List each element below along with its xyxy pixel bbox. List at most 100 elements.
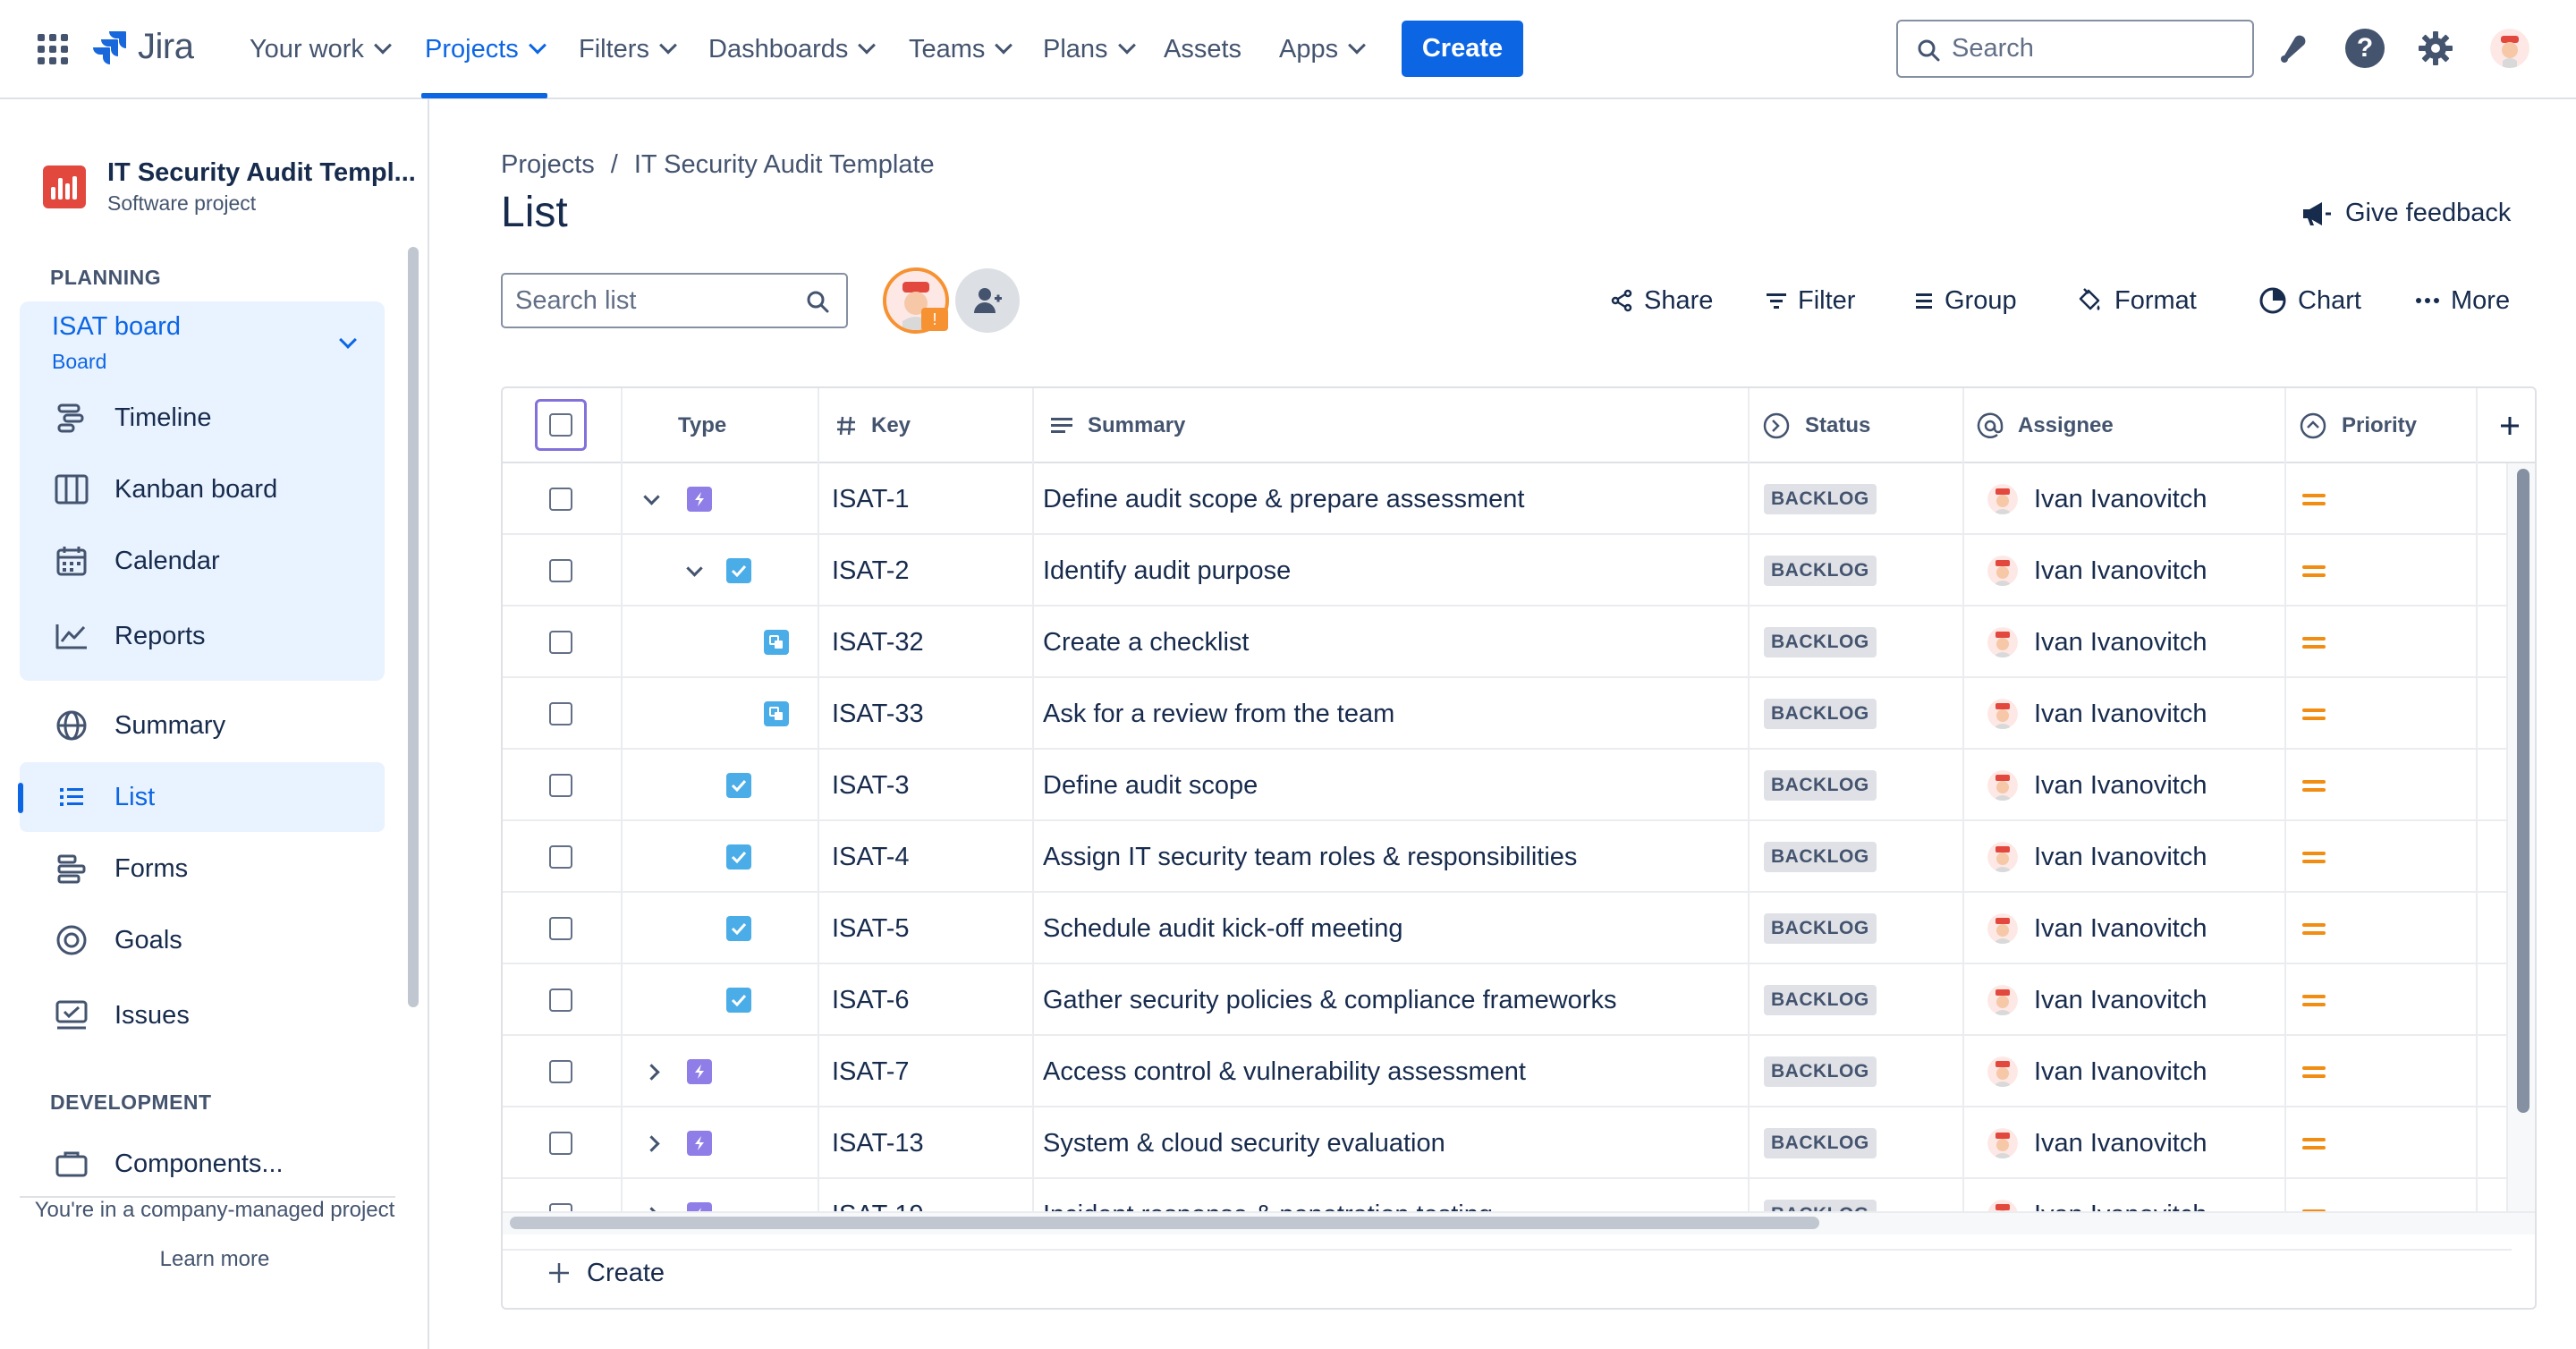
column-header-assignee[interactable]: Assignee <box>1977 388 2114 463</box>
issue-status[interactable]: BACKLOG <box>1764 750 1877 821</box>
issue-status[interactable]: BACKLOG <box>1764 463 1877 535</box>
issue-assignee[interactable]: Ivan Ivanovitch <box>1987 750 2207 821</box>
issue-assignee[interactable]: Ivan Ivanovitch <box>1987 893 2207 964</box>
more-button[interactable]: More <box>2415 283 2510 318</box>
issue-summary[interactable]: Identify audit purpose <box>1043 535 1291 607</box>
issue-priority[interactable] <box>2302 463 2326 535</box>
vertical-scrollbar[interactable] <box>2517 469 2529 1113</box>
nav-your-work[interactable]: Your work <box>250 32 392 66</box>
issue-summary[interactable]: Define audit scope & prepare assessment <box>1043 463 1524 535</box>
issue-priority[interactable] <box>2302 964 2326 1036</box>
add-column-button[interactable] <box>2485 388 2535 463</box>
table-row[interactable]: ISAT-4 Assign IT security team roles & re… <box>503 821 2512 893</box>
project-header[interactable]: IT Security Audit Templ... Software proj… <box>43 158 416 216</box>
filter-button[interactable]: Filter <box>1766 283 1855 318</box>
issue-priority[interactable] <box>2302 607 2326 678</box>
issue-summary[interactable]: Ask for a review from the team <box>1043 678 1394 750</box>
table-row[interactable]: ISAT-2 Identify audit purpose BACKLOG Ivan … <box>503 535 2512 607</box>
select-all-checkbox[interactable] <box>535 399 587 451</box>
sidebar-item-reports[interactable]: Reports <box>20 601 385 671</box>
issue-status[interactable]: BACKLOG <box>1764 1036 1877 1107</box>
table-row[interactable]: ISAT-7 Access control & vulnerability ass… <box>503 1036 2512 1107</box>
row-checkbox[interactable] <box>549 607 572 678</box>
settings-icon[interactable] <box>2416 29 2455 68</box>
issue-assignee[interactable]: Ivan Ivanovitch <box>1987 607 2207 678</box>
issue-assignee[interactable]: Ivan Ivanovitch <box>1987 463 2207 535</box>
issue-priority[interactable] <box>2302 821 2326 893</box>
board-selector[interactable]: ISAT board <box>52 312 181 342</box>
collapse-chevron-icon[interactable] <box>686 535 703 607</box>
app-switcher-icon[interactable] <box>38 34 68 64</box>
issue-assignee[interactable]: Ivan Ivanovitch <box>1987 1036 2207 1107</box>
issue-assignee[interactable]: Ivan Ivanovitch <box>1987 821 2207 893</box>
issue-status[interactable]: BACKLOG <box>1764 607 1877 678</box>
jira-logo[interactable]: Jira <box>89 27 194 67</box>
table-row[interactable]: ISAT-3 Define audit scope BACKLOG Ivan Ivan… <box>503 750 2512 821</box>
issue-status[interactable]: BACKLOG <box>1764 1107 1877 1179</box>
row-checkbox[interactable] <box>549 750 572 821</box>
issue-key[interactable]: ISAT-13 <box>832 1107 924 1179</box>
issue-priority[interactable] <box>2302 750 2326 821</box>
row-checkbox[interactable] <box>549 1107 572 1179</box>
nav-apps[interactable]: Apps <box>1279 32 1367 66</box>
nav-projects[interactable]: Projects <box>425 32 547 66</box>
learn-more-link[interactable]: Learn more <box>0 1247 429 1272</box>
table-row[interactable]: ISAT-33 Ask for a review from the team BAC… <box>503 678 2512 750</box>
issue-priority[interactable] <box>2302 535 2326 607</box>
nav-dashboards[interactable]: Dashboards <box>708 32 877 66</box>
issue-key[interactable]: ISAT-7 <box>832 1036 910 1107</box>
row-checkbox[interactable] <box>549 821 572 893</box>
horizontal-scrollbar[interactable] <box>510 1217 1819 1229</box>
sidebar-item-calendar[interactable]: Calendar <box>20 526 385 596</box>
issue-status[interactable]: BACKLOG <box>1764 893 1877 964</box>
column-header-type[interactable]: Type <box>678 388 726 463</box>
issue-priority[interactable] <box>2302 1036 2326 1107</box>
row-checkbox[interactable] <box>549 964 572 1036</box>
table-row[interactable]: ISAT-13 System & cloud security evaluatio… <box>503 1107 2512 1179</box>
issue-key[interactable]: ISAT-2 <box>832 535 910 607</box>
format-button[interactable]: Format <box>2075 283 2197 318</box>
expand-chevron-icon[interactable] <box>643 1107 660 1179</box>
sidebar-scrollbar[interactable] <box>408 247 419 1007</box>
table-row[interactable]: ISAT-5 Schedule audit kick-off meeting BAC… <box>503 893 2512 964</box>
issue-assignee[interactable]: Ivan Ivanovitch <box>1987 964 2207 1036</box>
column-header-key[interactable]: Key <box>835 388 911 463</box>
issue-assignee[interactable]: Ivan Ivanovitch <box>1987 678 2207 750</box>
row-checkbox[interactable] <box>549 893 572 964</box>
row-checkbox[interactable] <box>549 463 572 535</box>
issue-key[interactable]: ISAT-33 <box>832 678 924 750</box>
issue-priority[interactable] <box>2302 678 2326 750</box>
notifications-icon[interactable] <box>2274 29 2313 68</box>
sidebar-item-summary[interactable]: Summary <box>20 691 385 760</box>
issue-status[interactable]: BACKLOG <box>1764 821 1877 893</box>
global-search-input[interactable]: Search <box>1896 20 2254 78</box>
nav-teams[interactable]: Teams <box>909 32 1013 66</box>
list-search-input[interactable]: Search list <box>501 273 848 328</box>
share-button[interactable]: Share <box>1610 283 1713 318</box>
nav-assets[interactable]: Assets <box>1164 32 1241 66</box>
issue-summary[interactable]: System & cloud security evaluation <box>1043 1107 1445 1179</box>
table-row[interactable]: ISAT-1 Define audit scope & prepare asses… <box>503 463 2512 535</box>
breadcrumb-project[interactable]: IT Security Audit Template <box>634 150 935 180</box>
issue-summary[interactable]: Define audit scope <box>1043 750 1258 821</box>
create-button[interactable]: Create <box>1402 21 1523 77</box>
table-row[interactable]: ISAT-6 Gather security policies & complia… <box>503 964 2512 1036</box>
nav-plans[interactable]: Plans <box>1043 32 1136 66</box>
sidebar-item-timeline[interactable]: Timeline <box>20 383 385 453</box>
group-button[interactable]: Group <box>1914 283 2017 318</box>
issue-key[interactable]: ISAT-6 <box>832 964 910 1036</box>
issue-status[interactable]: BACKLOG <box>1764 964 1877 1036</box>
issue-key[interactable]: ISAT-4 <box>832 821 910 893</box>
issue-summary[interactable]: Create a checklist <box>1043 607 1250 678</box>
issue-priority[interactable] <box>2302 1107 2326 1179</box>
issue-key[interactable]: ISAT-1 <box>832 463 910 535</box>
table-row[interactable]: ISAT-32 Create a checklist BACKLOG Ivan Iva… <box>503 607 2512 678</box>
column-header-summary[interactable]: Summary <box>1050 388 1185 463</box>
issue-key[interactable]: ISAT-32 <box>832 607 924 678</box>
row-checkbox[interactable] <box>549 678 572 750</box>
sidebar-item-kanban-board[interactable]: Kanban board <box>20 454 385 524</box>
sidebar-item-forms[interactable]: Forms <box>20 834 385 904</box>
column-header-priority[interactable]: Priority <box>2299 388 2417 463</box>
issue-summary[interactable]: Schedule audit kick-off meeting <box>1043 893 1402 964</box>
issue-status[interactable]: BACKLOG <box>1764 678 1877 750</box>
